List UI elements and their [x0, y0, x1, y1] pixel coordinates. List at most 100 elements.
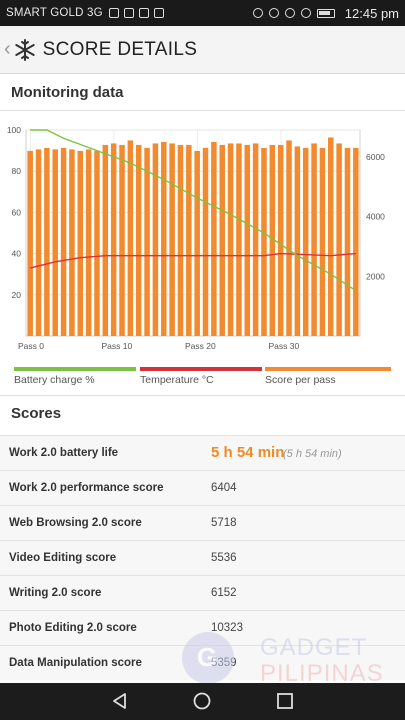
recents-nav-icon[interactable] [275, 691, 295, 711]
score-label: Video Editing score [9, 552, 117, 564]
score-row-writing[interactable]: Writing 2.0 score 6152 [0, 575, 405, 610]
score-bar [344, 147, 351, 336]
score-bar [94, 150, 100, 336]
score-bar [44, 147, 50, 336]
watermark-logo: G GADGET PILIPINAS [182, 630, 383, 687]
youtube-icon [153, 8, 164, 18]
notification-icons [108, 8, 164, 18]
notification-icon [108, 8, 119, 18]
clock: 12:45 pm [344, 5, 399, 21]
score-bar [319, 147, 326, 336]
section-divider [0, 395, 405, 396]
score-bar [102, 144, 109, 336]
battery-icon [316, 8, 335, 18]
score-bar [211, 141, 217, 336]
watermark-letter: G [197, 642, 218, 672]
score-bar [119, 144, 125, 336]
score-label: Work 2.0 performance score [9, 482, 164, 494]
score-label: Photo Editing 2.0 score [9, 622, 137, 634]
score-bar [277, 144, 284, 336]
home-nav-icon[interactable] [192, 691, 212, 711]
back-chevron-icon[interactable]: ‹ [4, 38, 11, 61]
score-bar [261, 147, 267, 336]
monitoring-title: Monitoring data [11, 84, 124, 101]
left-axis-tick-label: 40 [12, 249, 22, 259]
score-bar [127, 140, 134, 336]
chart-legend: Battery charge % Temperature °C Score pe… [0, 367, 405, 387]
score-bar [135, 144, 142, 336]
gallery-icon [138, 8, 149, 18]
score-bar [286, 140, 292, 336]
watermark-line1: GADGET [260, 634, 368, 661]
monitoring-chart: 100 80 60 40 20 6000 4000 2000 Pass 0 Pass 10 Pass… [0, 120, 405, 360]
score-bar [52, 149, 58, 336]
page-title: SCORE DETAILS [42, 38, 198, 60]
score-bar [202, 147, 209, 336]
legend-score-label: Score per pass [265, 374, 336, 386]
score-bar [60, 147, 67, 336]
left-axis-tick-label: 100 [7, 125, 21, 135]
score-label: Data Manipulation score [9, 657, 142, 669]
x-axis-tick-label: Pass 30 [269, 341, 300, 351]
score-bar [244, 144, 251, 336]
score-label: Writing 2.0 score [9, 587, 102, 599]
legend-score-swatch [265, 367, 391, 371]
plot-area [25, 129, 361, 337]
alarm-icon [284, 8, 295, 18]
score-bar [328, 137, 334, 336]
score-row-battery-life[interactable]: Work 2.0 battery life 5 h 54 min (5 h 54… [0, 435, 405, 470]
back-nav-icon[interactable] [110, 691, 130, 711]
score-value: 5536 [211, 552, 237, 564]
score-bar [27, 150, 33, 336]
score-bar [35, 149, 42, 336]
score-bar [219, 144, 225, 336]
score-bar [236, 143, 242, 336]
score-bar [85, 149, 92, 336]
carrier-name: SMART GOLD 3G [6, 7, 103, 19]
legend-temperature-label: Temperature °C [140, 374, 214, 386]
score-row-performance[interactable]: Work 2.0 performance score 6404 [0, 470, 405, 505]
left-axis-tick-label: 20 [12, 290, 22, 300]
score-value: 6152 [211, 587, 237, 599]
score-bar [169, 143, 175, 336]
app-header: ‹ SCORE DETAILS [0, 26, 405, 74]
scores-title: Scores [11, 405, 62, 422]
x-axis-tick-label: Pass 20 [185, 341, 216, 351]
score-bar [144, 147, 150, 336]
score-label: Web Browsing 2.0 score [9, 517, 142, 529]
score-row-video-editing[interactable]: Video Editing score 5536 [0, 540, 405, 575]
score-value: 5718 [211, 517, 237, 529]
score-bar [194, 150, 200, 336]
score-bar [152, 143, 159, 336]
navigation-bar [0, 683, 405, 720]
messenger-icon [123, 8, 134, 18]
score-bar [353, 147, 359, 336]
score-bar [302, 147, 309, 336]
right-axis-tick-label: 2000 [366, 271, 385, 281]
score-value: 6404 [211, 482, 237, 494]
score-bar [336, 143, 342, 336]
score-bar [69, 149, 75, 336]
score-bar [77, 150, 84, 336]
score-value: 5 h 54 min [211, 444, 285, 461]
chart-svg: 100 80 60 40 20 6000 4000 2000 Pass 0 Pass 10 Pass… [7, 125, 385, 351]
legend-score: Score per pass [265, 367, 391, 386]
score-row-web-browsing[interactable]: Web Browsing 2.0 score 5718 [0, 505, 405, 540]
score-bar [161, 141, 167, 336]
legend-temperature-swatch [140, 367, 262, 371]
right-axis-tick-label: 6000 [366, 152, 385, 162]
x-axis-tick-label: Pass 0 [18, 341, 44, 351]
score-bar [311, 143, 317, 336]
score-label: Work 2.0 battery life [9, 447, 119, 459]
legend-battery-swatch [14, 367, 136, 371]
legend-battery: Battery charge % [14, 367, 136, 386]
snowflake-logo-icon [14, 38, 35, 61]
score-bar [252, 143, 259, 336]
left-axis-tick-label: 80 [12, 166, 22, 176]
section-divider [0, 110, 405, 111]
legend-battery-label: Battery charge % [14, 374, 95, 386]
signal-icon [300, 8, 311, 18]
score-bar [294, 146, 301, 336]
right-axis-tick-label: 4000 [366, 212, 385, 222]
score-bar [227, 143, 234, 336]
